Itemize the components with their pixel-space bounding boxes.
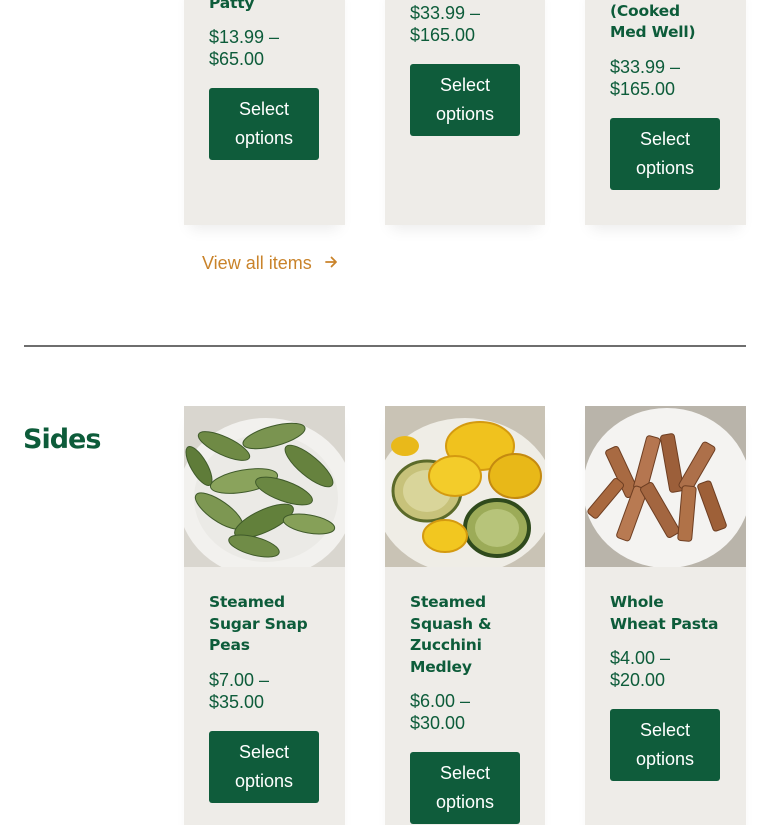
product-name[interactable]: Patty	[209, 0, 320, 15]
product-card: Patty $13.99 – $65.00 Select options	[184, 0, 345, 225]
product-image-squash-zucchini[interactable]	[385, 406, 545, 567]
product-price: $6.00 – $30.00	[410, 691, 471, 733]
select-options-button[interactable]: Select options	[610, 117, 720, 190]
product-card: Steamed Squash & Zucchini Medley $6.00 –…	[385, 406, 545, 825]
product-price: $7.00 – $35.00	[209, 669, 270, 712]
product-price: $4.00 – $20.00	[610, 648, 671, 690]
view-all-link[interactable]: View all items	[202, 253, 338, 274]
product-name[interactable]: Steamed Squash & Zucchini Medley	[410, 592, 500, 678]
product-card: $33.99 – $165.00 Select options	[385, 0, 545, 225]
product-price: $13.99 – $65.00	[209, 26, 280, 69]
arrow-right-icon	[324, 253, 338, 274]
select-options-button[interactable]: Select options	[410, 64, 520, 136]
select-options-button[interactable]: Select options	[410, 752, 520, 824]
product-card: Whole Wheat Pasta $4.00 – $20.00 Select …	[585, 406, 746, 825]
select-options-button[interactable]: Select options	[209, 730, 319, 803]
product-card: Steak (Cooked Med Well) $33.99 – $165.00…	[585, 0, 746, 225]
product-image-whole-wheat-pasta[interactable]	[585, 406, 746, 567]
product-price: $33.99 – $165.00	[410, 3, 481, 45]
product-image-sugar-snap-peas[interactable]	[184, 406, 345, 567]
product-card: Steamed Sugar Snap Peas $7.00 – $35.00 S…	[184, 406, 345, 825]
section-divider	[24, 345, 746, 347]
product-name[interactable]: Steak (Cooked Med Well)	[610, 0, 720, 44]
section-title: Sides	[23, 424, 101, 455]
product-name[interactable]: Steamed Sugar Snap Peas	[209, 592, 320, 657]
product-price: $33.99 – $165.00	[610, 56, 681, 99]
product-name[interactable]: Whole Wheat Pasta	[610, 592, 720, 635]
select-options-button[interactable]: Select options	[610, 709, 720, 781]
select-options-button[interactable]: Select options	[209, 87, 319, 160]
view-all-label: View all items	[202, 253, 312, 273]
